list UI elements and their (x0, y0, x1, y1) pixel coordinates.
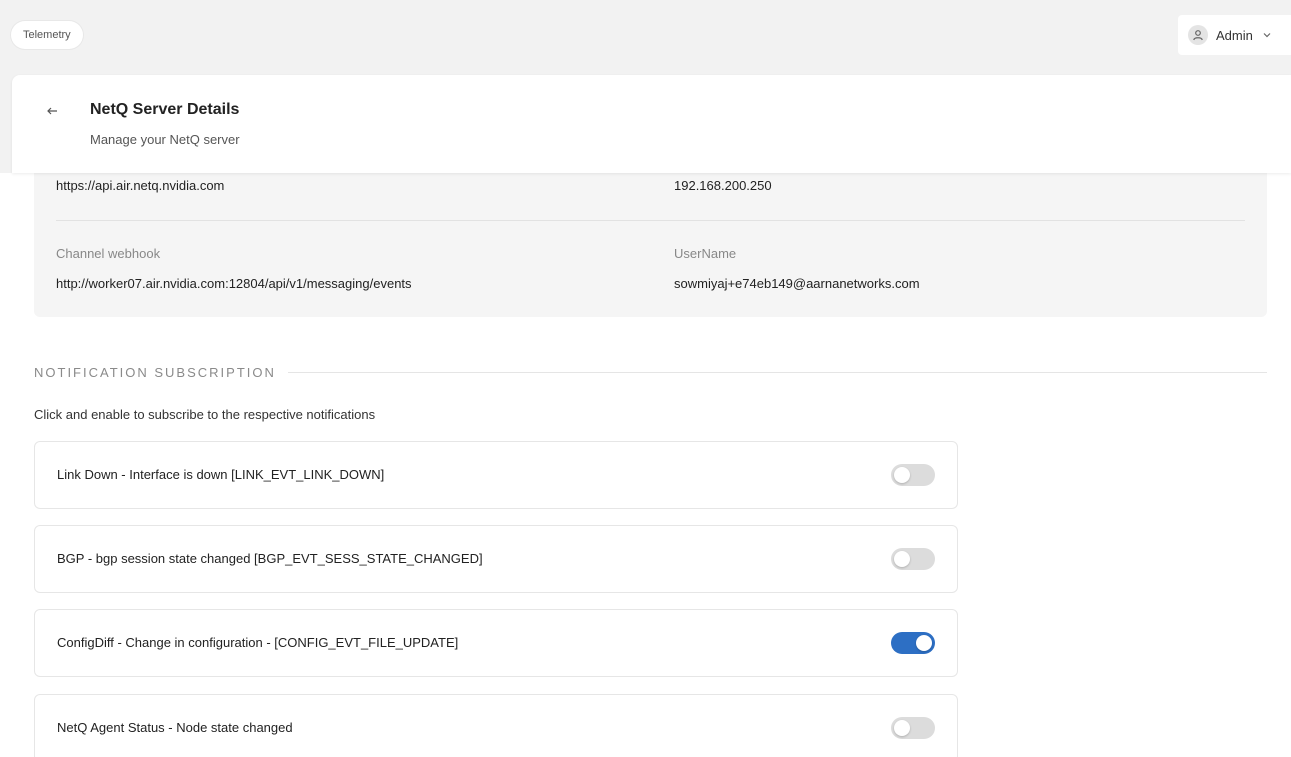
chevron-down-icon (1263, 32, 1271, 38)
username-label: UserName (674, 246, 737, 261)
details-divider (56, 220, 1245, 221)
notification-label: Link Down - Interface is down [LINK_EVT_… (57, 467, 385, 482)
toggle-knob (916, 635, 932, 651)
page-title: NetQ Server Details (90, 101, 240, 118)
notification-toggle-bgp[interactable] (891, 548, 935, 570)
notification-toggle-configdiff[interactable] (891, 632, 935, 654)
toggle-knob (894, 551, 910, 567)
notification-item-bgp: BGP - bgp session state changed [BGP_EVT… (34, 525, 958, 593)
breadcrumb-telemetry[interactable]: Telemetry (11, 21, 83, 49)
server-url-value: https://api.air.netq.nvidia.com (56, 178, 225, 193)
user-menu[interactable]: Admin (1178, 15, 1291, 55)
content-area[interactable]: https://api.air.netq.nvidia.com 192.168.… (0, 173, 1291, 757)
arrow-left-icon (47, 107, 57, 115)
top-bar: Telemetry Admin (0, 0, 1291, 75)
page-subtitle: Manage your NetQ server (90, 132, 240, 147)
notification-item-link-down: Link Down - Interface is down [LINK_EVT_… (34, 441, 958, 509)
server-ip-value: 192.168.200.250 (674, 178, 772, 193)
notification-description: Click and enable to subscribe to the res… (34, 407, 376, 422)
channel-webhook-label: Channel webhook (56, 246, 161, 261)
username-value: sowmiyaj+e74eb149@aarnanetworks.com (674, 276, 920, 291)
notification-toggle-link-down[interactable] (891, 464, 935, 486)
toggle-knob (894, 467, 910, 483)
notification-label: NetQ Agent Status - Node state changed (57, 720, 293, 735)
section-heading-text: NOTIFICATION SUBSCRIPTION (34, 365, 276, 380)
toggle-knob (894, 720, 910, 736)
notification-subscription-heading: NOTIFICATION SUBSCRIPTION (34, 365, 1267, 380)
user-menu-label: Admin (1216, 27, 1253, 43)
user-icon (1188, 25, 1208, 45)
back-button[interactable] (43, 102, 61, 120)
notification-label: BGP - bgp session state changed [BGP_EVT… (57, 551, 483, 566)
notification-item-configdiff: ConfigDiff - Change in configuration - [… (34, 609, 958, 677)
channel-webhook-value: http://worker07.air.nvidia.com:12804/api… (56, 276, 412, 291)
page-header: NetQ Server Details Manage your NetQ ser… (12, 75, 1291, 173)
server-details-box: https://api.air.netq.nvidia.com 192.168.… (34, 173, 1267, 317)
notification-toggle-netq-agent-status[interactable] (891, 717, 935, 739)
section-heading-rule (287, 372, 1267, 373)
notification-label: ConfigDiff - Change in configuration - [… (57, 635, 459, 650)
notification-item-netq-agent-status: NetQ Agent Status - Node state changed (34, 694, 958, 757)
